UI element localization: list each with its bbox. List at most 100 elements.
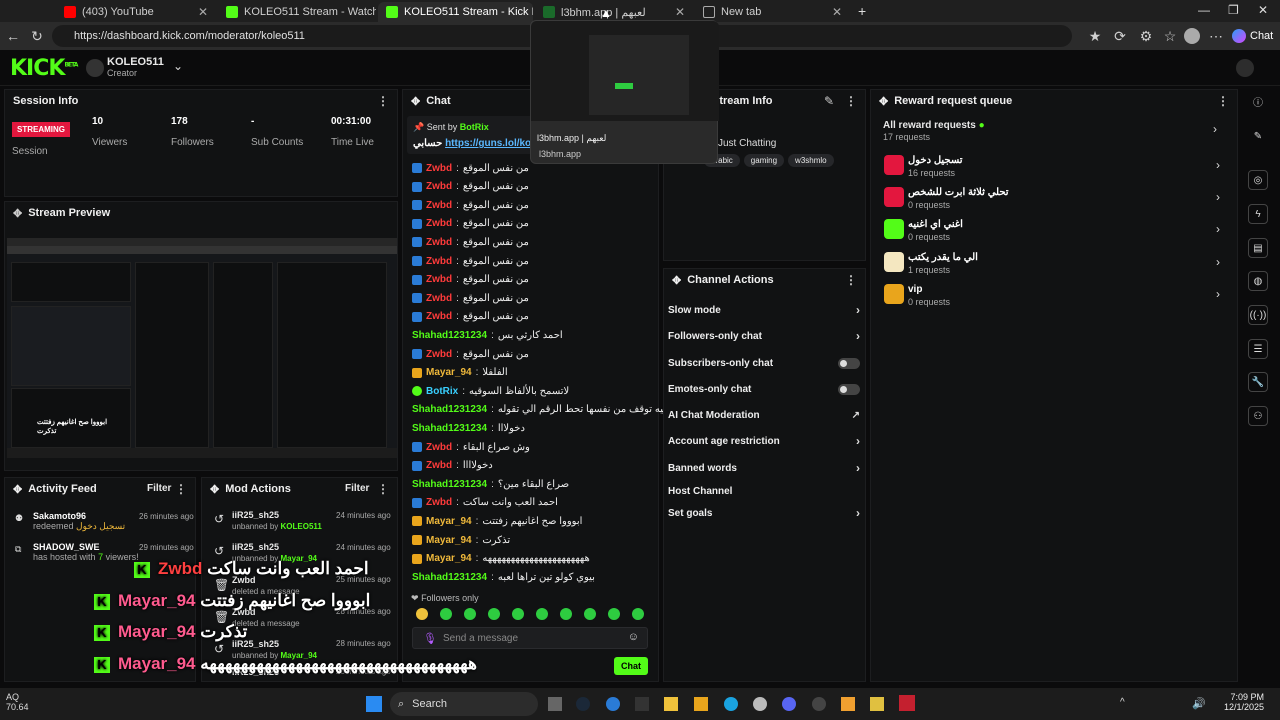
chat-username[interactable]: Mayar_94 [426,516,472,527]
emote-icon[interactable] [512,608,524,620]
filter-button[interactable]: Filter [147,483,171,494]
app-icon[interactable] [870,697,884,711]
mic-icon[interactable]: 🎙 [423,632,437,645]
subscribers-only-toggle[interactable] [838,357,860,369]
more-icon[interactable]: ⋮ [377,94,389,108]
book-icon[interactable]: ▤ [1248,238,1268,258]
wrench-icon[interactable]: 🔧 [1248,372,1268,392]
chat-username[interactable]: Mayar_94 [426,553,472,564]
chat-username[interactable]: Zwbd [426,349,452,360]
emote-icon[interactable] [440,608,452,620]
ai-moderation-row[interactable]: AI Chat Moderation ↗ [668,404,860,426]
kick-logo[interactable]: KICKBETA [10,56,78,81]
reward-item[interactable]: تسجيل دخول 16 requests › [882,152,1222,182]
user-avatar[interactable] [1236,59,1254,77]
close-icon[interactable]: ✕ [675,5,685,19]
app-icon[interactable] [606,697,620,711]
app-icon[interactable] [841,697,855,711]
edit-icon[interactable]: ✎ [824,94,834,108]
tag[interactable]: w3shmlo [788,154,834,167]
chat-username[interactable]: Shahad1231234 [412,572,487,583]
tab-l3bhm[interactable]: l3bhm.app | لعبهم ✕ [535,2,693,22]
chat-username[interactable]: Zwbd [426,460,452,471]
close-icon[interactable]: ✕ [198,5,208,19]
chevron-down-icon[interactable]: ⌄ [173,59,183,73]
chat-username[interactable]: Zwbd [426,274,452,285]
minimize-button[interactable]: — [1198,3,1210,17]
tab-youtube[interactable]: (403) YouTube ✕ [56,2,216,22]
send-button[interactable]: Chat [614,657,648,675]
reward-item[interactable]: تحلي ثلاثة ابرت للشخص 0 requests › [882,184,1222,214]
volume-icon[interactable]: 🔊 [1192,697,1206,710]
air-quality-widget[interactable]: AQ 70.64 [6,692,29,712]
set-goals-row[interactable]: Set goals › [668,502,860,524]
host-channel-row[interactable]: Host Channel [668,480,860,502]
file-explorer-icon[interactable] [664,697,678,711]
more-icon[interactable]: ⋮ [845,273,857,287]
broadcast-icon[interactable]: ((·)) [1248,305,1268,325]
more-icon[interactable]: ⋮ [1217,94,1229,108]
menu-icon[interactable]: ⋯ [1206,26,1226,46]
account-age-row[interactable]: Account age restriction › [668,430,860,452]
chevron-up-icon[interactable]: ^ [1120,697,1125,708]
more-icon[interactable]: ⋮ [845,94,857,108]
chat-username[interactable]: Shahad1231234 [412,404,487,415]
maximize-button[interactable]: ❐ [1228,3,1239,17]
followers-only-row[interactable]: Followers-only chat › [668,325,860,347]
system-clock[interactable]: 7:09 PM 12/1/2025 [1222,692,1264,712]
star-icon[interactable]: ★ [1085,26,1105,46]
chat-username[interactable]: Shahad1231234 [412,423,487,434]
taskbar-search[interactable]: ⌕ Search [390,692,538,716]
app-icon[interactable] [694,697,708,711]
banned-words-row[interactable]: Banned words › [668,457,860,479]
reward-item[interactable]: vip 0 requests › [882,281,1222,311]
new-tab-button[interactable]: + [858,3,866,19]
users-icon[interactable]: ⚇ [1248,406,1268,426]
chat-username[interactable]: Zwbd [426,442,452,453]
chevron-right-icon[interactable]: › [1213,122,1217,136]
emote-icon[interactable] [608,608,620,620]
chat-username[interactable]: Zwbd [426,218,452,229]
extensions-icon[interactable]: ⚙ [1136,26,1156,46]
chat-username[interactable]: Zwbd [426,256,452,267]
emote-icon[interactable] [488,608,500,620]
steam-icon[interactable] [576,697,590,711]
discord-icon[interactable] [782,697,796,711]
reward-item[interactable]: اغني اي اغنيه 0 requests › [882,216,1222,246]
chat-bubble-icon[interactable]: ◍ [1248,271,1268,291]
chat-username[interactable]: Mayar_94 [426,367,472,378]
settings-icon[interactable] [753,697,767,711]
emote-icon[interactable] [536,608,548,620]
tag[interactable]: gaming [743,154,785,167]
stream-video[interactable]: ابوووا صح اغانيهم زفتتت تذكرت [7,238,397,458]
emote-icon[interactable] [584,608,596,620]
emote-icon[interactable] [632,608,644,620]
windows-start-icon[interactable] [366,696,382,712]
emote-icon[interactable] [416,608,428,620]
chat-username[interactable]: Zwbd [426,293,452,304]
task-view-icon[interactable] [548,697,562,711]
emote-icon[interactable] [464,608,476,620]
info-icon[interactable]: ⓘ [1248,94,1268,114]
profile-avatar[interactable] [1184,28,1200,44]
layout-icon[interactable]: ☰ [1248,339,1268,359]
obs-icon[interactable] [812,697,826,711]
emotes-only-toggle[interactable] [838,383,860,395]
more-icon[interactable]: ⋮ [377,482,389,496]
chat-username[interactable]: Zwbd [426,163,452,174]
epic-games-icon[interactable] [635,697,649,711]
edge-icon[interactable] [724,697,738,711]
chat-username[interactable]: Zwbd [426,200,452,211]
tab-kick-dashboard[interactable]: KOLEO511 Stream - Kick Dashbo ✕ [378,2,533,22]
camera-icon[interactable]: ◎ [1248,170,1268,190]
favorites-icon[interactable]: ☆ [1160,26,1180,46]
all-rewards-row[interactable]: All reward requests ● [883,120,985,131]
chat-username[interactable]: Zwbd [426,311,452,322]
pencil-icon[interactable]: ✎ [1248,127,1268,147]
chat-username[interactable]: Zwbd [426,237,452,248]
chat-username[interactable]: Mayar_94 [426,535,472,546]
more-icon[interactable]: ⋮ [175,482,187,496]
tab-kick-watch[interactable]: KOLEO511 Stream - Watch Live o ✕ [218,2,376,22]
chat-username[interactable]: Zwbd [426,497,452,508]
app-icon[interactable] [899,695,915,711]
